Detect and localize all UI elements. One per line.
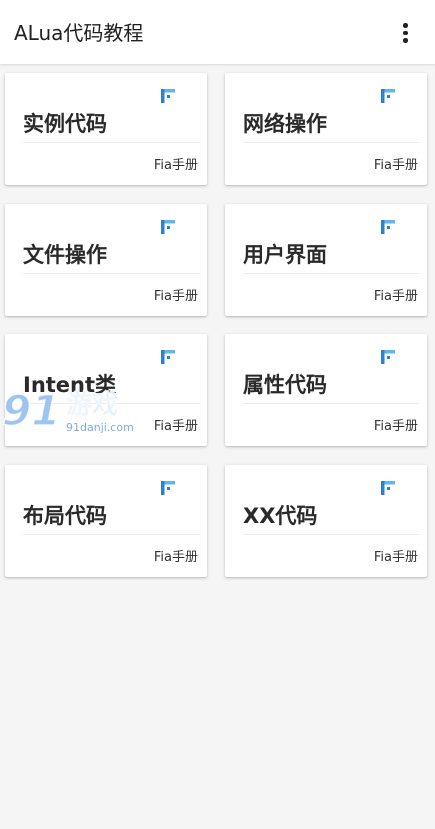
card-tag: Fia手册 <box>153 289 198 304</box>
fia-logo-icon <box>381 89 395 103</box>
card-tag: Fia手册 <box>373 289 418 304</box>
card-yonghu-jiemian[interactable]: 用户界面 Fia手册 <box>225 204 427 316</box>
card-wenjian-caozuo[interactable]: 文件操作 Fia手册 <box>5 204 207 316</box>
card-title: Intent类 <box>23 373 117 397</box>
card-intent-lei[interactable]: Intent类 Fia手册 <box>5 334 207 446</box>
card-divider <box>23 403 199 404</box>
card-buju-daima[interactable]: 布局代码 Fia手册 <box>5 465 207 577</box>
card-tag: Fia手册 <box>153 158 198 173</box>
card-divider <box>243 403 419 404</box>
fia-logo-icon <box>161 481 175 495</box>
card-tag: Fia手册 <box>153 550 198 565</box>
fia-logo-icon <box>161 89 175 103</box>
card-title: 实例代码 <box>23 112 107 136</box>
card-shili-daima[interactable]: 实例代码 Fia手册 <box>5 73 207 185</box>
app-title: ALua代码教程 <box>14 21 144 45</box>
fia-logo-icon <box>161 220 175 234</box>
card-xx-daima[interactable]: XX代码 Fia手册 <box>225 465 427 577</box>
fia-logo-icon <box>381 220 395 234</box>
card-tag: Fia手册 <box>153 419 198 434</box>
card-divider <box>243 273 419 274</box>
fia-logo-icon <box>381 481 395 495</box>
card-divider <box>23 142 199 143</box>
fia-logo-icon <box>161 350 175 364</box>
card-wangluo-caozuo[interactable]: 网络操作 Fia手册 <box>225 73 427 185</box>
card-tag: Fia手册 <box>373 158 418 173</box>
more-vert-icon <box>403 23 408 28</box>
more-options-button[interactable] <box>392 18 418 48</box>
card-shuxing-daima[interactable]: 属性代码 Fia手册 <box>225 334 427 446</box>
card-divider <box>23 534 199 535</box>
card-tag: Fia手册 <box>373 419 418 434</box>
card-title: 用户界面 <box>243 243 327 267</box>
card-title: 布局代码 <box>23 504 107 528</box>
card-divider <box>23 273 199 274</box>
card-tag: Fia手册 <box>373 550 418 565</box>
card-divider <box>243 534 419 535</box>
app-bar: ALua代码教程 <box>0 0 435 64</box>
card-title: 属性代码 <box>243 373 327 397</box>
card-title: 文件操作 <box>23 243 107 267</box>
fia-logo-icon <box>381 350 395 364</box>
card-title: 网络操作 <box>243 112 327 136</box>
card-title: XX代码 <box>243 504 318 528</box>
card-divider <box>243 142 419 143</box>
